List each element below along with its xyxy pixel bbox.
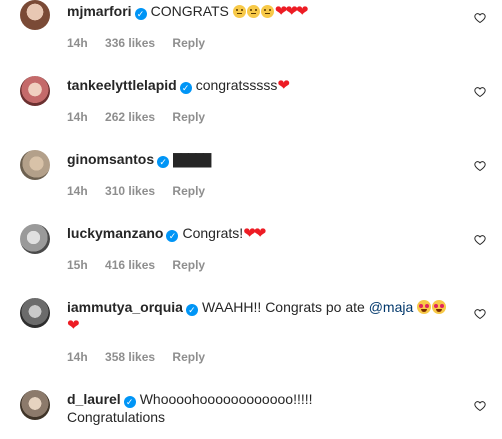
reply-button[interactable]: Reply [172, 258, 205, 272]
red-heart-emoji: ❤❤❤ [274, 3, 309, 20]
username[interactable]: luckymanzano [67, 225, 163, 241]
comment-meta: 14h 262 likes Reply [67, 110, 219, 124]
heart-outline-icon[interactable] [474, 400, 486, 412]
comment-time[interactable]: 14h [67, 110, 88, 124]
mention-link[interactable]: @maja [369, 299, 414, 315]
avatar[interactable] [20, 150, 50, 180]
comment-time[interactable]: 14h [67, 184, 88, 198]
comment-likes[interactable]: 336 likes [105, 36, 155, 50]
comment-time[interactable]: 14h [67, 36, 88, 50]
comment-text-line-2: Congratulations [67, 409, 166, 425]
avatar[interactable] [20, 76, 50, 106]
avatar[interactable] [20, 0, 50, 30]
comment-likes[interactable]: 358 likes [105, 350, 155, 364]
comment-time[interactable]: 14h [67, 350, 88, 364]
heart-outline-icon[interactable] [474, 160, 486, 172]
comment-text: ▇▇▇▇▇ [173, 152, 211, 168]
username[interactable]: ginomsantos [67, 151, 154, 167]
reply-button[interactable]: Reply [172, 36, 205, 50]
comment-meta: 14h 358 likes Reply [67, 350, 219, 364]
verified-badge-icon: ✓ [157, 156, 170, 168]
verified-badge-icon: ✓ [179, 82, 192, 94]
heart-outline-icon[interactable] [474, 234, 486, 246]
comment-likes[interactable]: 262 likes [105, 110, 155, 124]
comment-text: congratsssss [195, 77, 278, 93]
heart-eyes-emoji [417, 299, 447, 315]
heart-outline-icon[interactable] [474, 86, 486, 98]
verified-badge-icon: ✓ [123, 396, 136, 408]
avatar[interactable] [20, 390, 50, 420]
comment-likes[interactable]: 310 likes [105, 184, 155, 198]
verified-badge-icon: ✓ [134, 8, 147, 20]
red-heart-emoji: ❤ [277, 77, 290, 94]
heart-outline-icon[interactable] [474, 308, 486, 320]
reply-button[interactable]: Reply [172, 184, 205, 198]
reply-button[interactable]: Reply [172, 110, 205, 124]
comment-time[interactable]: 15h [67, 258, 88, 272]
comment-meta: 14h 310 likes Reply [67, 184, 219, 198]
comment-meta: 14h 336 likes Reply [67, 36, 219, 50]
comment-meta: 15h 416 likes Reply [67, 258, 219, 272]
avatar[interactable] [20, 224, 50, 254]
blank-face-emoji [232, 3, 275, 19]
red-heart-emoji: ❤❤ [243, 225, 266, 242]
verified-badge-icon: ✓ [185, 304, 198, 316]
heart-outline-icon[interactable] [474, 12, 486, 24]
username[interactable]: iammutya_orquia [67, 299, 183, 315]
comment-text: WAAHH!! Congrats po ate [201, 299, 365, 315]
red-heart-emoji: ❤ [67, 317, 80, 334]
reply-button[interactable]: Reply [172, 350, 205, 364]
comment-likes[interactable]: 416 likes [105, 258, 155, 272]
username[interactable]: tankeelyttlelapid [67, 77, 177, 93]
comment-text: Congrats! [182, 225, 244, 241]
comment-text: Whoooohoooooooooooo!!!!! [139, 391, 313, 407]
comment-text: CONGRATS [150, 3, 229, 19]
username[interactable]: d_laurel [67, 391, 121, 407]
verified-badge-icon: ✓ [166, 230, 179, 242]
username[interactable]: mjmarfori [67, 3, 132, 19]
avatar[interactable] [20, 298, 50, 328]
